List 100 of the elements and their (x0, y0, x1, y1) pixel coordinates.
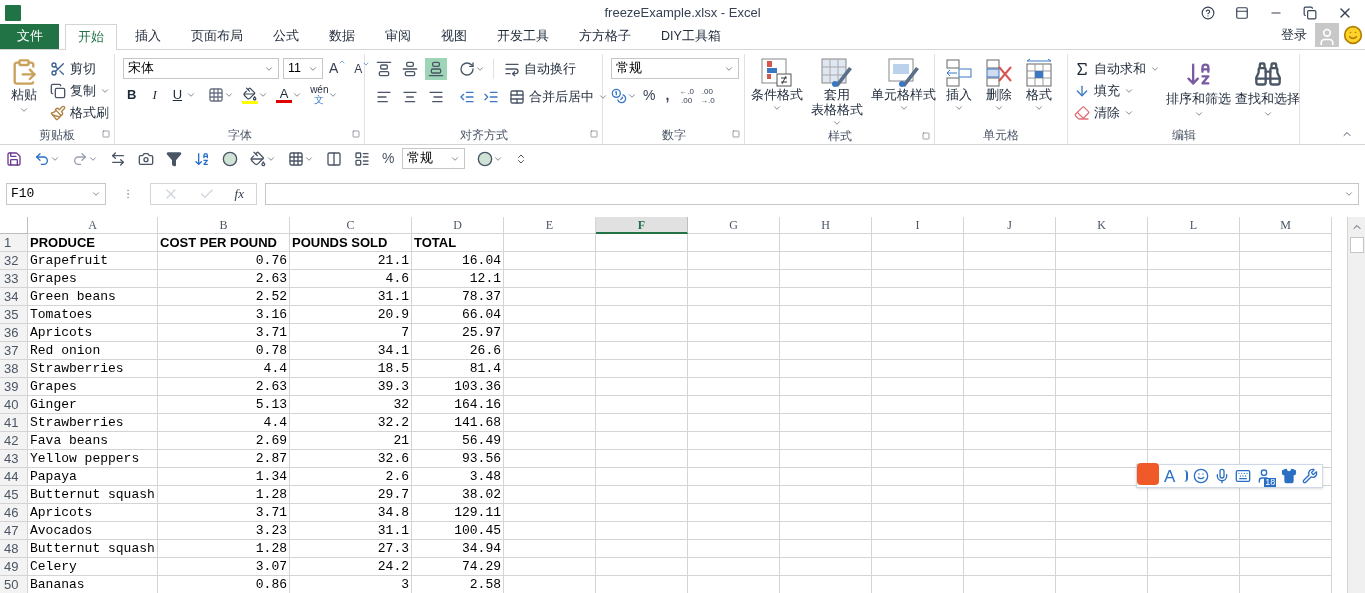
cells-button[interactable]: 格式 (1023, 58, 1055, 113)
column-header[interactable]: K (1056, 217, 1148, 234)
ribbon-tab[interactable]: 插入 (123, 24, 173, 49)
shape-button[interactable] (477, 150, 504, 167)
format-painter-button[interactable]: 格式刷 (48, 102, 112, 124)
phonetic-button[interactable]: wén 文 (310, 85, 339, 105)
column-header[interactable]: J (964, 217, 1056, 234)
wrench-icon[interactable] (1302, 468, 1319, 484)
paste-button[interactable]: 粘贴 (4, 58, 44, 124)
grow-font-button[interactable]: A (327, 58, 349, 79)
row-header[interactable]: 48 (0, 540, 28, 558)
row-header[interactable]: 45 (0, 486, 28, 504)
ribbon-tab[interactable]: 审阅 (373, 24, 423, 49)
accounting-button[interactable] (611, 87, 637, 104)
ribbon-tab[interactable]: 方方格子 (567, 24, 643, 49)
row-header[interactable]: 49 (0, 558, 28, 576)
smile-icon[interactable] (1193, 468, 1210, 484)
percent-button[interactable]: % (382, 148, 395, 169)
ribbon-tab[interactable]: DIY工具箱 (649, 24, 733, 49)
percent-button[interactable]: % (643, 85, 656, 106)
row-header[interactable]: 42 (0, 432, 28, 450)
row-header[interactable]: 35 (0, 306, 28, 324)
sort-filter-button[interactable]: 排序和筛选 (1166, 58, 1231, 124)
ribbon-tab[interactable]: 文件 (0, 24, 59, 49)
ime-letter[interactable]: A (1164, 467, 1176, 485)
borders-button[interactable] (208, 87, 235, 103)
row-header[interactable]: 50 (0, 576, 28, 593)
column-header[interactable]: H (780, 217, 872, 234)
row-header[interactable]: 44 (0, 468, 28, 486)
autosum-button[interactable]: 自动求和 (1072, 58, 1162, 80)
ribbon-tab[interactable]: 公式 (261, 24, 311, 49)
decrease-decimal-button[interactable]: .00 →.0 (700, 86, 715, 105)
vertical-align-button[interactable] (425, 58, 447, 80)
clear-button[interactable]: 清除 (1072, 102, 1162, 124)
ribbon-tab[interactable]: 数据 (317, 24, 367, 49)
shirt-icon[interactable] (1281, 468, 1298, 484)
style-button[interactable]: 条件格式 (749, 58, 805, 128)
format-field[interactable]: 常规 (402, 148, 466, 169)
row-header[interactable]: 36 (0, 324, 28, 342)
borders-button[interactable] (288, 150, 314, 167)
column-width-icon[interactable] (326, 150, 342, 167)
save-icon[interactable] (6, 150, 22, 167)
font-color-button[interactable]: A (276, 87, 303, 103)
font-name-field[interactable]: 宋体 (123, 58, 279, 79)
comma-button[interactable]: , (661, 85, 674, 106)
fill-color-button[interactable] (242, 86, 269, 104)
underline-button[interactable]: U (168, 85, 201, 105)
formula-field[interactable] (265, 182, 1359, 205)
ribbon-tab[interactable]: 页面布局 (179, 24, 255, 49)
name-box[interactable]: F10 (6, 182, 106, 205)
fill-color-button[interactable] (250, 150, 276, 167)
style-button[interactable]: 单元格样式 (869, 58, 938, 128)
row-header[interactable]: 32 (0, 252, 28, 270)
align-right-icon[interactable] (428, 89, 444, 105)
find-select-button[interactable]: 查找和选择 (1235, 58, 1300, 124)
orientation-button[interactable] (459, 61, 485, 77)
number-format-field[interactable]: 常规 (611, 58, 739, 79)
scrollbar-thumb[interactable] (1349, 237, 1364, 253)
align-center-icon[interactable] (402, 89, 418, 105)
restore-icon[interactable] (1303, 5, 1317, 20)
increase-decimal-button[interactable]: ←.0 .00 (679, 86, 694, 105)
merge-center-button[interactable]: 合并后居中 (507, 86, 610, 108)
column-header[interactable]: B (158, 217, 290, 234)
insert-function-button[interactable]: fx (234, 183, 244, 204)
column-header[interactable]: M (1240, 217, 1332, 234)
column-header[interactable]: L (1148, 217, 1240, 234)
row-header[interactable]: 46 (0, 504, 28, 522)
row-header[interactable]: 1 (0, 234, 28, 252)
row-header[interactable]: 43 (0, 450, 28, 468)
form-icon[interactable] (354, 150, 370, 167)
ribbon-tab[interactable]: 开始 (65, 24, 117, 50)
ribbon-display-icon[interactable] (1235, 5, 1249, 20)
row-header[interactable]: 34 (0, 288, 28, 306)
shrink-font-button[interactable]: A (352, 59, 373, 78)
sort-icon[interactable] (194, 150, 210, 167)
cells-button[interactable]: 删除 (983, 58, 1015, 113)
font-size-field[interactable]: 11 (283, 58, 323, 79)
row-header[interactable]: 38 (0, 360, 28, 378)
help-icon[interactable] (1201, 5, 1215, 20)
ribbon-tab[interactable]: 视图 (429, 24, 479, 49)
camera-icon[interactable] (138, 150, 154, 167)
italic-button[interactable]: I (148, 85, 161, 105)
wrap-text-button[interactable]: 自动换行 (502, 58, 578, 80)
row-header[interactable]: 39 (0, 378, 28, 396)
excel-logo-icon[interactable] (4, 3, 22, 22)
undo-button[interactable] (34, 150, 60, 167)
copy-button[interactable]: 复制 (48, 80, 112, 102)
fill-button[interactable]: 填充 (1072, 80, 1162, 102)
column-header[interactable]: A (28, 217, 158, 234)
row-header[interactable]: 37 (0, 342, 28, 360)
column-header[interactable]: G (688, 217, 780, 234)
decrease-indent-icon[interactable] (459, 89, 475, 105)
row-header[interactable]: 41 (0, 414, 28, 432)
increase-indent-icon[interactable] (483, 89, 499, 105)
column-header[interactable]: D (412, 217, 504, 234)
style-button[interactable]: 套用 表格格式 (809, 58, 865, 128)
align-left-icon[interactable] (376, 89, 392, 105)
row-header[interactable]: 40 (0, 396, 28, 414)
row-header[interactable]: 33 (0, 270, 28, 288)
bold-button[interactable]: B (123, 85, 141, 105)
